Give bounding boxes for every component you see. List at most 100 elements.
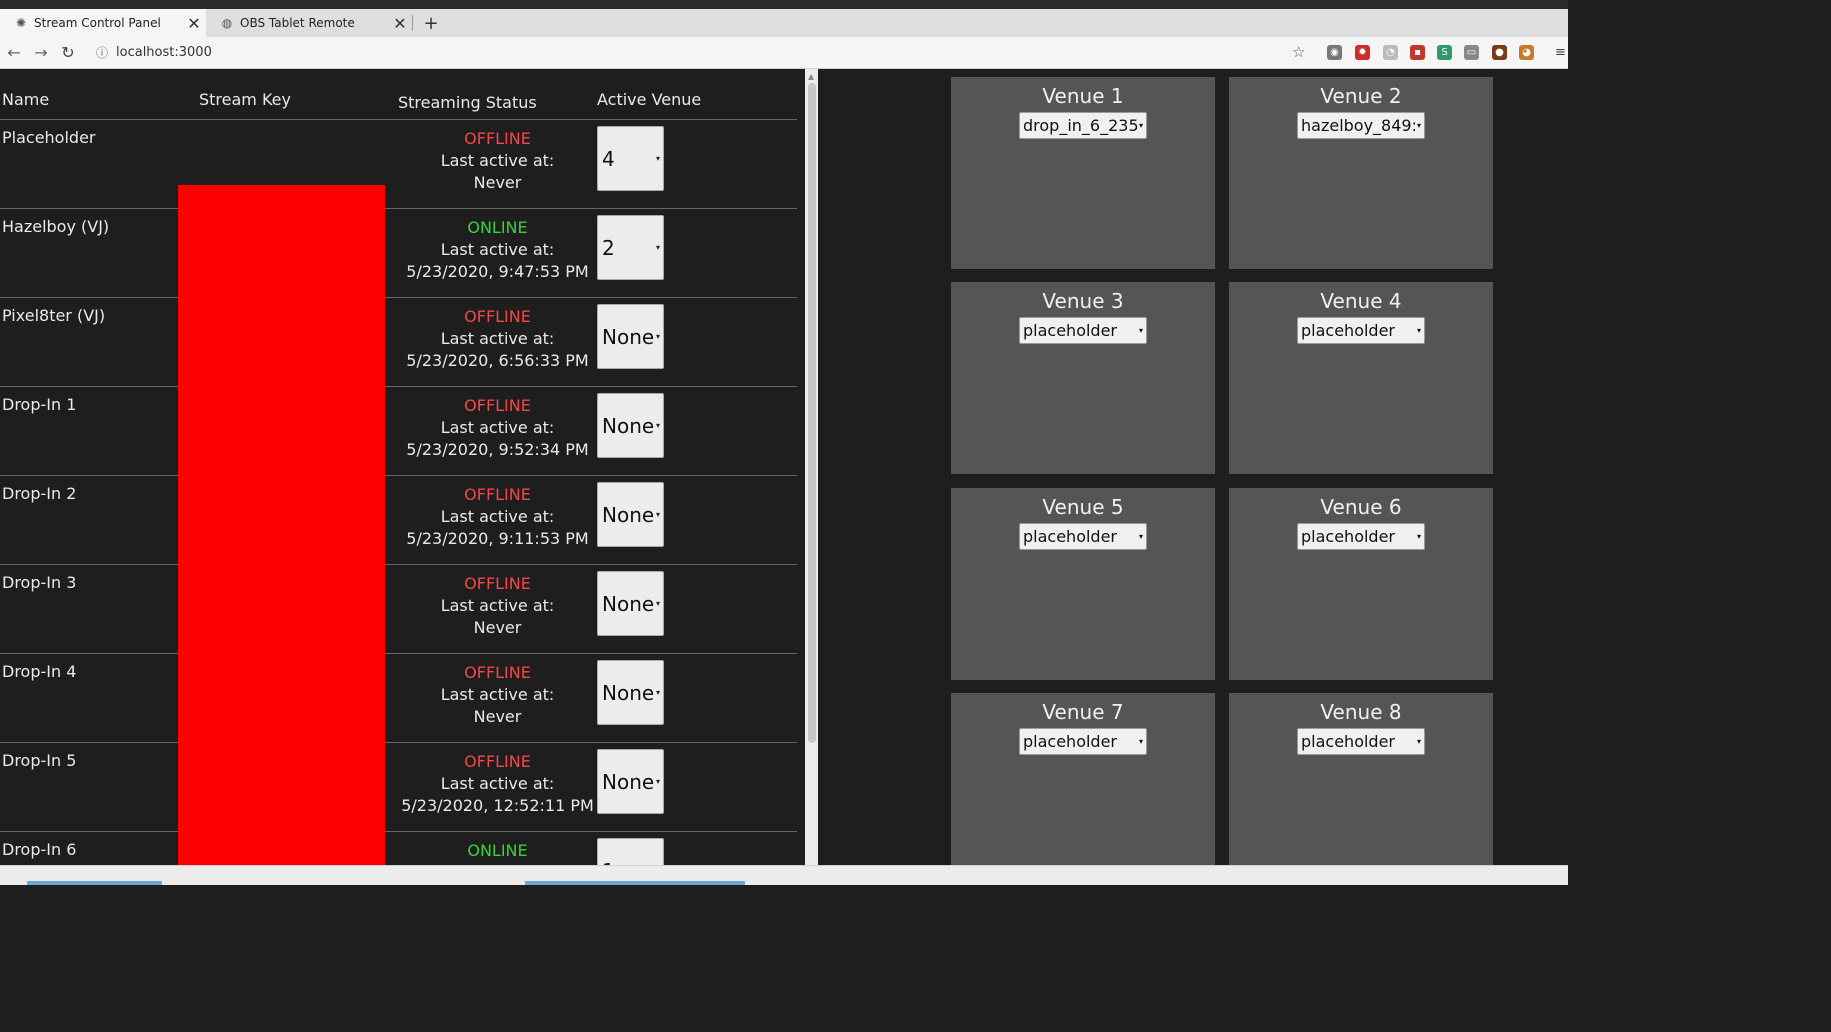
venue-source-value: placeholder — [1301, 732, 1395, 751]
status-badge: OFFLINE — [464, 396, 531, 415]
stream-table-panel: Name Stream Key Streaming Status Active … — [0, 69, 805, 865]
last-active-time: 5/23/2020, 6:56:33 PM — [406, 351, 589, 370]
header-stream-key: Stream Key — [199, 79, 398, 120]
bomb-icon[interactable]: ● — [1492, 45, 1507, 60]
chevron-down-icon: ▾ — [655, 332, 660, 341]
venue-card: Venue 4 placeholder ▾ — [1229, 282, 1493, 474]
stream-name: Drop-In 4 — [0, 653, 199, 743]
chevron-down-icon: ▾ — [655, 154, 660, 163]
chevron-down-icon: ▾ — [1416, 737, 1421, 746]
close-tab-icon[interactable]: ✕ — [392, 14, 408, 33]
tab-obs-tablet-remote[interactable]: ◍ OBS Tablet Remote ✕ — [206, 9, 412, 37]
venue-source-select[interactable]: placeholder ▾ — [1019, 523, 1147, 550]
venue-title: Venue 4 — [1320, 289, 1402, 313]
scrollbar-thumb[interactable] — [525, 881, 745, 885]
active-venue-value: None — [602, 680, 655, 705]
vertical-scrollbar[interactable]: ▲ — [805, 69, 818, 865]
last-active-time: Never — [473, 618, 522, 637]
active-venue-cell: 2 ▾ — [597, 208, 797, 298]
clock-icon[interactable]: ◔ — [1383, 45, 1398, 60]
venue-title: Venue 8 — [1320, 700, 1402, 724]
venue-source-select[interactable]: placeholder ▾ — [1019, 317, 1147, 344]
chevron-down-icon: ▾ — [655, 599, 660, 608]
close-tab-icon[interactable]: ✕ — [186, 14, 202, 33]
venue-source-value: placeholder — [1023, 527, 1117, 546]
window-title-strip — [0, 0, 1568, 9]
active-venue-select[interactable]: None ▾ — [597, 393, 664, 458]
active-venue-select[interactable]: None ▾ — [597, 482, 664, 547]
last-active-time: Never — [473, 173, 522, 192]
last-active-label: Last active at: — [440, 240, 555, 259]
venue-title: Venue 2 — [1320, 84, 1402, 108]
active-venue-cell: 1▾ — [597, 831, 797, 865]
chevron-down-icon: ▾ — [1416, 326, 1421, 335]
tab-title: OBS Tablet Remote — [240, 16, 355, 30]
stream-key-redaction — [178, 185, 385, 865]
scroll-up-icon[interactable]: ▲ — [808, 72, 814, 81]
scrollbar-thumb[interactable] — [27, 881, 162, 885]
camera-icon[interactable]: ◉ — [1327, 45, 1342, 60]
table-row: Drop-In 4 OFFLINE Last active at: Never None… — [0, 653, 797, 743]
venue-source-value: placeholder — [1023, 321, 1117, 340]
globe-icon: ◍ — [221, 16, 233, 30]
chevron-down-icon: ▾ — [655, 777, 660, 786]
bookmark-star-icon[interactable]: ☆ — [1292, 43, 1305, 61]
venue-source-select[interactable]: hazelboy_849: ▾ — [1297, 112, 1425, 139]
stream-name: Drop-In 2 — [0, 475, 199, 565]
venue-card: Venue 3 placeholder ▾ — [951, 282, 1215, 474]
active-venue-select[interactable]: None ▾ — [597, 304, 664, 369]
table-row: Drop-In 2 OFFLINE Last active at: 5/23/2020… — [0, 475, 797, 565]
new-tab-button[interactable]: + — [421, 9, 441, 37]
streaming-status-cell: OFFLINE Last active at: Never — [398, 119, 597, 209]
streaming-status-cell: OFFLINE Last active at: 5/23/2020, 12:52:1… — [398, 742, 597, 832]
stream-name: Drop-In 1 — [0, 386, 199, 476]
cookie-icon[interactable]: ◕ — [1519, 45, 1534, 60]
table-row: Drop-In 5 OFFLINE Last active at: 5/23/2020… — [0, 742, 797, 832]
active-venue-select[interactable]: 4 ▾ — [597, 126, 664, 191]
status-badge: OFFLINE — [464, 485, 531, 504]
status-badge: OFFLINE — [464, 307, 531, 326]
stream-name: Hazelboy (VJ) — [0, 208, 199, 298]
venue-source-select[interactable]: placeholder ▾ — [1297, 728, 1425, 755]
venue-source-select[interactable]: drop_in_6_235 ▾ — [1019, 112, 1147, 139]
venue-source-select[interactable]: placeholder ▾ — [1019, 728, 1147, 755]
chevron-down-icon: ▾ — [1138, 532, 1143, 541]
venue-title: Venue 5 — [1042, 495, 1124, 519]
active-venue-select[interactable]: None ▾ — [597, 571, 664, 636]
horizontal-scrollbar[interactable] — [0, 865, 1568, 885]
active-venue-select[interactable]: 1▾ — [597, 838, 664, 865]
active-venue-select[interactable]: None ▾ — [597, 660, 664, 725]
address-bar[interactable]: ⓘ localhost:3000 — [88, 41, 1318, 64]
venue-source-value: drop_in_6_235 — [1023, 116, 1137, 135]
active-venue-cell: 4 ▾ — [597, 119, 797, 209]
active-venue-value: None — [602, 413, 655, 438]
back-icon[interactable]: ← — [4, 37, 24, 68]
reload-icon[interactable]: ↻ — [58, 37, 78, 68]
menu-icon[interactable]: ≡ — [1555, 45, 1567, 60]
status-badge: ONLINE — [467, 841, 528, 860]
active-venue-select[interactable]: None ▾ — [597, 749, 664, 814]
url-text: localhost:3000 — [116, 45, 212, 60]
red-square-icon[interactable]: ▪ — [1410, 45, 1425, 60]
venue-source-select[interactable]: placeholder ▾ — [1297, 317, 1425, 344]
streaming-status-cell: ONLINE Last active at: 5/23/2020, 9:47:53 … — [398, 208, 597, 298]
venue-source-select[interactable]: placeholder ▾ — [1297, 523, 1425, 550]
active-venue-select[interactable]: 2 ▾ — [597, 215, 664, 280]
info-icon[interactable]: ⓘ — [96, 44, 108, 61]
status-badge: ONLINE — [467, 218, 528, 237]
streaming-status-cell: OFFLINE Last active at: 5/23/2020, 9:52:34… — [398, 386, 597, 476]
venue-source-value: placeholder — [1301, 527, 1395, 546]
tab-stream-control-panel[interactable]: ✺ Stream Control Panel ✕ — [0, 9, 206, 37]
venue-card: Venue 8 placeholder ▾ — [1229, 693, 1493, 865]
scrollbar-thumb[interactable] — [808, 83, 816, 743]
ladybug-icon[interactable]: ✹ — [1355, 45, 1370, 60]
chevron-down-icon: ▾ — [1416, 121, 1421, 130]
chat-icon[interactable]: ▭ — [1464, 45, 1479, 60]
table-row: Hazelboy (VJ) ONLINE Last active at: 5/23/2… — [0, 208, 797, 298]
streaming-status-cell: OFFLINE Last active at: 5/23/2020, 6:56:33… — [398, 297, 597, 387]
forward-icon[interactable]: → — [31, 37, 51, 68]
s-icon[interactable]: S — [1437, 45, 1452, 60]
last-active-label: Last active at: — [440, 418, 555, 437]
streaming-status-cell: OFFLINE Last active at: Never — [398, 564, 597, 654]
last-active-label: Last active at: — [440, 774, 555, 793]
